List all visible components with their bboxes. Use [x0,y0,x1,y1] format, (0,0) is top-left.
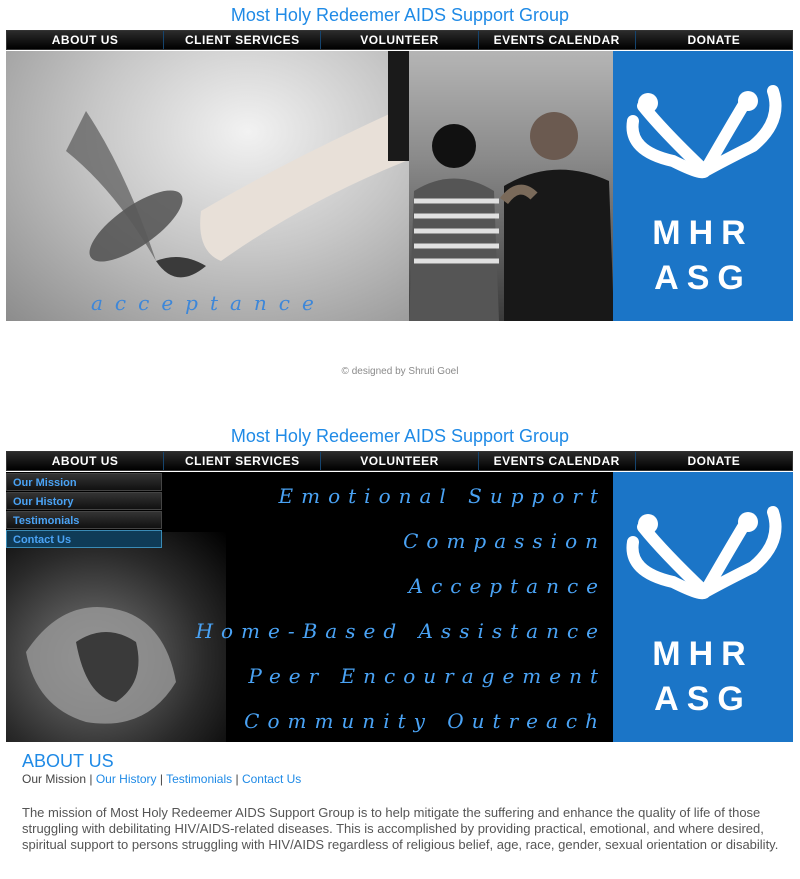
subnav-link-testimonials[interactable]: Testimonials [166,772,232,786]
site-title-second: Most Holy Redeemer AIDS Support Group [230,426,570,446]
logo-line-1: MHR [652,635,754,673]
two-men-photo [409,51,614,321]
heart-figures-logo-icon [626,506,782,600]
submenu-contact-us[interactable]: Contact Us [6,530,162,548]
hero-banner: acceptance MHR ASG [6,51,793,321]
designer-credit: © designed by Shruti Goel [341,366,459,377]
subnav-link-our-history[interactable]: Our History [96,772,157,786]
mission-statement: The mission of Most Holy Redeemer AIDS S… [22,805,779,852]
main-nav: ABOUT US CLIENT SERVICES VOLUNTEER EVENT… [6,30,793,50]
logo-line-2: ASG [654,259,752,297]
submenu-our-mission[interactable]: Our Mission [6,473,162,491]
nav-volunteer[interactable]: VOLUNTEER [321,452,479,470]
mhr-asg-logo-second: MHR ASG [613,472,793,742]
logo-line-1: MHR [652,214,754,252]
phrase-emotional-support: Emotional Support [278,484,606,508]
submenu-testimonials[interactable]: Testimonials [6,511,162,529]
nav-donate[interactable]: DONATE [635,31,793,49]
subnav-separator: | [159,772,163,786]
phrase-community-outreach: Community Outreach [244,709,606,733]
subnav-separator: | [235,772,239,786]
main-nav-second: ABOUT US CLIENT SERVICES VOLUNTEER EVENT… [6,451,793,471]
phrase-compassion: Compassion [403,529,606,553]
nav-events-calendar[interactable]: EVENTS CALENDAR [478,31,636,49]
about-submenu: Our Mission Our History Testimonials Con… [6,473,162,549]
submenu-our-history[interactable]: Our History [6,492,162,510]
about-heading: ABOUT US [22,751,114,771]
bird-hand-photo: acceptance [6,51,409,321]
subnav-separator: | [89,772,93,786]
mhr-asg-logo: MHR ASG [613,51,793,321]
nav-client-services[interactable]: CLIENT SERVICES [164,452,322,470]
nav-client-services[interactable]: CLIENT SERVICES [164,31,322,49]
subnav-current-our-mission: Our Mission [22,772,87,786]
phrase-acceptance: Acceptance [408,574,606,598]
nav-events-calendar[interactable]: EVENTS CALENDAR [478,452,636,470]
nav-volunteer[interactable]: VOLUNTEER [321,31,479,49]
nav-about-us[interactable]: ABOUT US [7,31,165,49]
site-title: Most Holy Redeemer AIDS Support Group [230,5,570,25]
two-men-illustration [409,112,614,321]
logo-line-2: ASG [654,680,752,718]
nav-donate[interactable]: DONATE [635,452,793,470]
about-subnav: Our Mission | Our History | Testimonials… [22,772,301,786]
services-phrases: Emotional Support Compassion Acceptance … [156,476,606,742]
bird-hand-illustration [66,51,409,278]
phrase-home-based-assistance: Home-Based Assistance [195,619,606,643]
heart-figures-logo-icon [626,85,782,179]
acceptance-tagline: acceptance [91,291,326,315]
phrase-peer-encouragement: Peer Encouragement [248,664,606,688]
subnav-link-contact-us[interactable]: Contact Us [242,772,301,786]
nav-about-us[interactable]: ABOUT US [7,452,165,470]
